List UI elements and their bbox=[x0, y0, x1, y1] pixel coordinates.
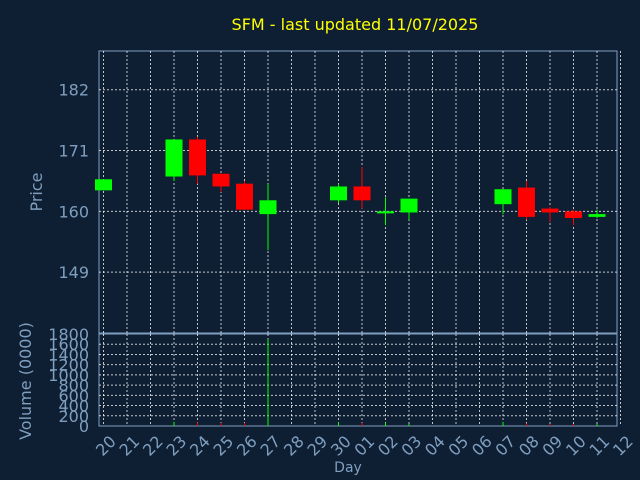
price-tick-label: 160 bbox=[58, 202, 89, 221]
candle-body bbox=[212, 173, 230, 187]
chart-title: SFM - last updated 11/07/2025 bbox=[232, 15, 479, 34]
candle-body bbox=[259, 200, 277, 215]
volume-plot-area bbox=[98, 333, 618, 427]
candle-body bbox=[494, 189, 512, 205]
candle-body bbox=[565, 211, 582, 218]
candle-body bbox=[400, 198, 418, 213]
x-tick-label: 12 bbox=[609, 432, 637, 460]
x-tick-labels: 2021222324252627282930010203040506070809… bbox=[92, 432, 637, 460]
candlestick-chart: SFM - last updated 11/07/2025 Price Volu… bbox=[16, 15, 637, 476]
candle-body bbox=[95, 179, 112, 191]
candle-body bbox=[236, 183, 253, 210]
candle-body bbox=[377, 211, 394, 214]
volume-axis-label: Volume (0000) bbox=[16, 322, 35, 440]
candle-body bbox=[165, 139, 183, 177]
candle-body bbox=[330, 186, 347, 201]
price-tick-label: 171 bbox=[58, 142, 89, 161]
price-tick-labels: 149 160 171 182 bbox=[58, 81, 89, 282]
candle-body bbox=[518, 187, 535, 217]
y-axis-label: Price bbox=[27, 172, 46, 211]
price-tick-label: 182 bbox=[58, 81, 89, 100]
candle-body bbox=[189, 139, 206, 176]
volume-tick-label: 1800 bbox=[48, 325, 89, 344]
x-axis-label: Day bbox=[334, 460, 362, 476]
price-tick-label: 149 bbox=[58, 263, 89, 282]
candle-body bbox=[588, 214, 606, 217]
candle-body bbox=[541, 208, 559, 213]
volume-tick-labels: 020040060080010001200140016001800 bbox=[48, 325, 89, 436]
candle-body bbox=[353, 186, 371, 201]
